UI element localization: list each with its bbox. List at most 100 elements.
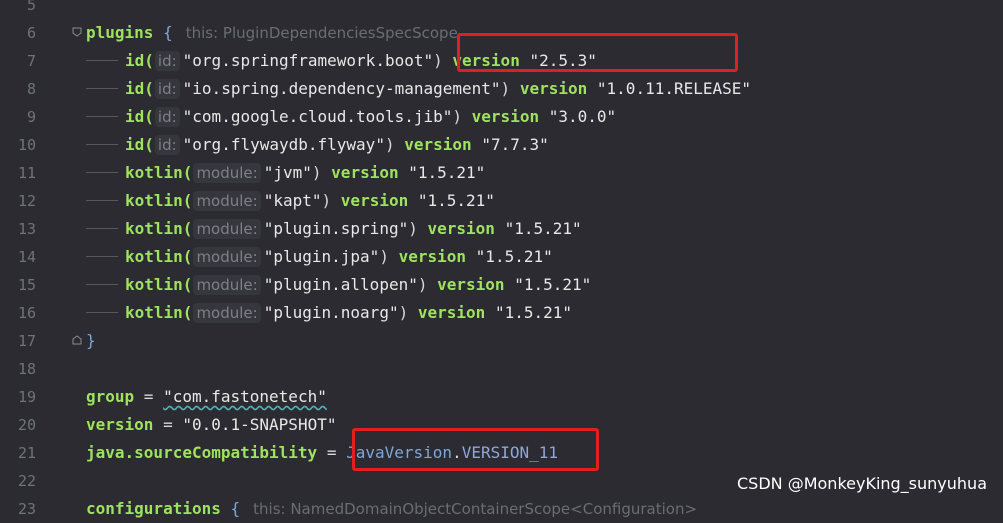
code-line[interactable]: 8 id(id: "io.spring.dependency-management… xyxy=(0,75,1003,103)
param-hint: module: xyxy=(193,303,261,323)
version-value: "0.0.1-SNAPSHOT" xyxy=(182,415,337,434)
close-paren: ) xyxy=(398,303,409,322)
code-line[interactable]: 17 } xyxy=(0,327,1003,355)
indent-guide xyxy=(86,200,118,201)
version-keyword: version xyxy=(340,191,409,210)
version-keyword: version xyxy=(437,275,505,294)
function-call: id( xyxy=(125,107,154,126)
param-hint: id: xyxy=(154,135,180,155)
param-hint: id: xyxy=(154,107,180,127)
line-number: 11 xyxy=(17,164,36,182)
code-line[interactable]: 10 id(id: "org.flywaydb.flyway") version … xyxy=(0,131,1003,159)
assign-operator: = xyxy=(317,443,347,462)
close-paren: ) xyxy=(321,191,332,210)
version-keyword: version xyxy=(427,219,495,238)
function-call: id( xyxy=(125,135,154,154)
version-value: "1.5.21" xyxy=(504,219,582,238)
indent-guide xyxy=(86,116,118,117)
function-call: id( xyxy=(125,51,154,70)
version-keyword: version xyxy=(331,163,399,182)
fold-icon[interactable] xyxy=(72,335,82,345)
indent-guide xyxy=(86,60,118,61)
code-line[interactable]: 14 kotlin(module: "plugin.jpa") version "… xyxy=(0,243,1003,271)
assign-operator: = xyxy=(134,387,164,406)
function-call: kotlin( xyxy=(125,275,193,294)
string-arg: "plugin.jpa" xyxy=(263,247,380,266)
version-value: "1.0.11.RELEASE" xyxy=(596,79,752,98)
code-line[interactable]: 16 kotlin(module: "plugin.noarg") version… xyxy=(0,299,1003,327)
string-arg: "plugin.allopen" xyxy=(263,275,418,294)
code-line[interactable]: 15 kotlin(module: "plugin.allopen") versi… xyxy=(0,271,1003,299)
param-hint: module: xyxy=(193,163,261,183)
function-call: kotlin( xyxy=(125,303,193,322)
param-hint: id: xyxy=(154,51,180,71)
line-number: 15 xyxy=(17,276,36,294)
code-line[interactable]: 5 xyxy=(0,0,1003,19)
keyword-plugins: plugins xyxy=(86,23,154,42)
string-arg: "jvm" xyxy=(263,163,312,182)
line-number: 7 xyxy=(26,52,36,70)
version-value: "7.7.3" xyxy=(481,135,549,154)
property-group: group xyxy=(86,387,135,406)
indent-guide xyxy=(86,228,118,229)
watermark: CSDN @MonkeyKing_sunyuhua xyxy=(737,474,987,493)
close-paren: ) xyxy=(384,135,395,154)
property-version: version xyxy=(86,415,154,434)
close-brace: } xyxy=(86,331,96,350)
function-call: kotlin( xyxy=(125,219,193,238)
param-hint: id: xyxy=(154,79,180,99)
line-number: 10 xyxy=(17,136,36,154)
indent-guide xyxy=(86,144,118,145)
version-keyword: version xyxy=(471,107,540,126)
code-line[interactable]: 12 kotlin(module: "kapt") version "1.5.21… xyxy=(0,187,1003,215)
highlight-box-version xyxy=(457,33,738,72)
line-number: 6 xyxy=(26,24,36,42)
property-source-compat: java.sourceCompatibility xyxy=(86,443,318,462)
line-number: 17 xyxy=(17,332,36,350)
param-hint: module: xyxy=(193,191,261,211)
string-arg: "kapt" xyxy=(263,191,322,210)
code-line[interactable]: 13 kotlin(module: "plugin.spring") versio… xyxy=(0,215,1003,243)
type-hint: this: NamedDomainObjectContainerScope<Co… xyxy=(253,500,698,518)
code-line[interactable]: 23 configurations {this: NamedDomainObje… xyxy=(0,495,1003,523)
fold-icon[interactable] xyxy=(72,27,82,37)
function-call: id( xyxy=(125,79,154,98)
close-paren: ) xyxy=(433,51,443,70)
line-number: 16 xyxy=(17,304,36,322)
highlight-box-java-version xyxy=(352,428,599,471)
line-number: 8 xyxy=(26,80,36,98)
code-line[interactable]: 19 group = "com.fastonetech" xyxy=(0,383,1003,411)
version-keyword: version xyxy=(417,303,486,322)
line-number: 21 xyxy=(17,444,36,462)
version-keyword: version xyxy=(398,247,467,266)
line-number: 20 xyxy=(17,416,36,434)
line-number: 9 xyxy=(26,108,36,126)
open-brace: { xyxy=(230,499,241,518)
string-arg: "plugin.noarg" xyxy=(263,303,399,322)
line-number: 19 xyxy=(17,388,36,406)
version-value: "1.5.21" xyxy=(514,275,592,294)
line-number: 22 xyxy=(17,472,36,490)
string-arg: "com.google.cloud.tools.jib" xyxy=(182,107,453,126)
string-arg: "org.flywaydb.flyway" xyxy=(182,135,385,154)
group-value: "com.fastonetech" xyxy=(163,387,327,406)
version-value: "1.5.21" xyxy=(475,247,553,266)
param-hint: module: xyxy=(193,275,261,295)
param-hint: module: xyxy=(193,247,261,267)
version-value: "1.5.21" xyxy=(417,191,495,210)
code-line[interactable]: 9 id(id: "com.google.cloud.tools.jib") ve… xyxy=(0,103,1003,131)
function-call: kotlin( xyxy=(125,247,193,266)
param-hint: module: xyxy=(193,219,261,239)
string-arg: "org.springframework.boot" xyxy=(182,51,434,70)
type-hint: this: PluginDependenciesSpecScope xyxy=(185,24,458,42)
string-arg: "io.spring.dependency-management" xyxy=(182,79,501,98)
line-number: 5 xyxy=(26,0,36,14)
version-value: "1.5.21" xyxy=(494,303,572,322)
function-call: kotlin( xyxy=(125,191,193,210)
assign-operator: = xyxy=(153,415,183,434)
code-line[interactable]: 11 kotlin(module: "jvm") version "1.5.21" xyxy=(0,159,1003,187)
code-line[interactable]: 18 xyxy=(0,355,1003,383)
version-keyword: version xyxy=(404,135,472,154)
close-paren: ) xyxy=(417,275,428,294)
indent-guide xyxy=(86,312,118,313)
